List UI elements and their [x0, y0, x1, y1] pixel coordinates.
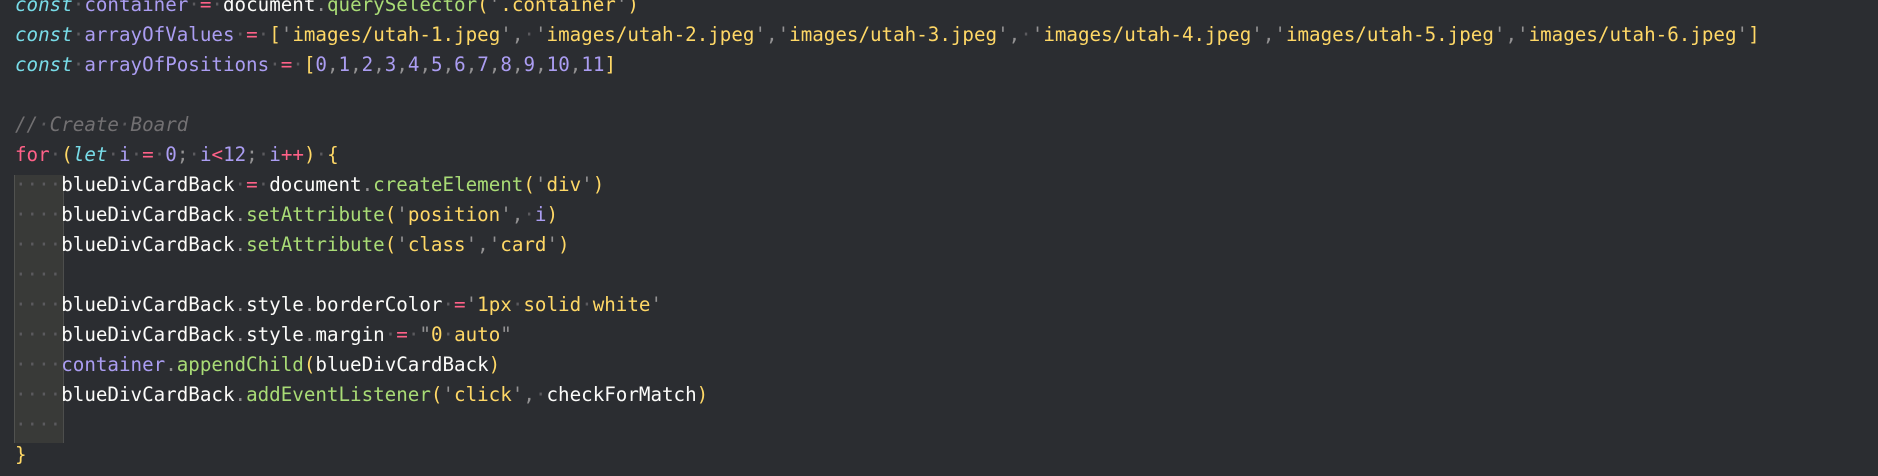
code-line[interactable]: const·arrayOfValues·=·['images/utah-1.jp…: [15, 20, 1760, 50]
code-line[interactable]: ····blueDivCardBack·=·document.createEle…: [15, 170, 1760, 200]
code-line[interactable]: ····blueDivCardBack.addEventListener('cl…: [15, 380, 1760, 410]
code-line[interactable]: ····blueDivCardBack.setAttribute('positi…: [15, 200, 1760, 230]
code-line[interactable]: ····container.appendChild(blueDivCardBac…: [15, 350, 1760, 380]
code-line[interactable]: const·container·=·document.querySelector…: [15, 0, 1760, 20]
code-line[interactable]: //·Create·Board: [15, 110, 1760, 140]
code-line[interactable]: ····: [15, 260, 1760, 290]
code-line[interactable]: for·(let·i·=·0;·i<12;·i++)·{: [15, 140, 1760, 170]
code-editor[interactable]: const·container·=·document.querySelector…: [0, 0, 1878, 476]
code-line[interactable]: ····blueDivCardBack.setAttribute('class'…: [15, 230, 1760, 260]
code-line[interactable]: ····blueDivCardBack.style.margin·=·"0·au…: [15, 320, 1760, 350]
code-line[interactable]: ····: [15, 410, 1760, 440]
code-area[interactable]: const·container·=·document.querySelector…: [15, 0, 1760, 470]
code-line[interactable]: const·arrayOfPositions·=·[0,1,2,3,4,5,6,…: [15, 50, 1760, 80]
code-line[interactable]: }: [15, 440, 1760, 470]
code-line[interactable]: ​: [15, 80, 1760, 110]
code-line[interactable]: ····blueDivCardBack.style.borderColor·='…: [15, 290, 1760, 320]
